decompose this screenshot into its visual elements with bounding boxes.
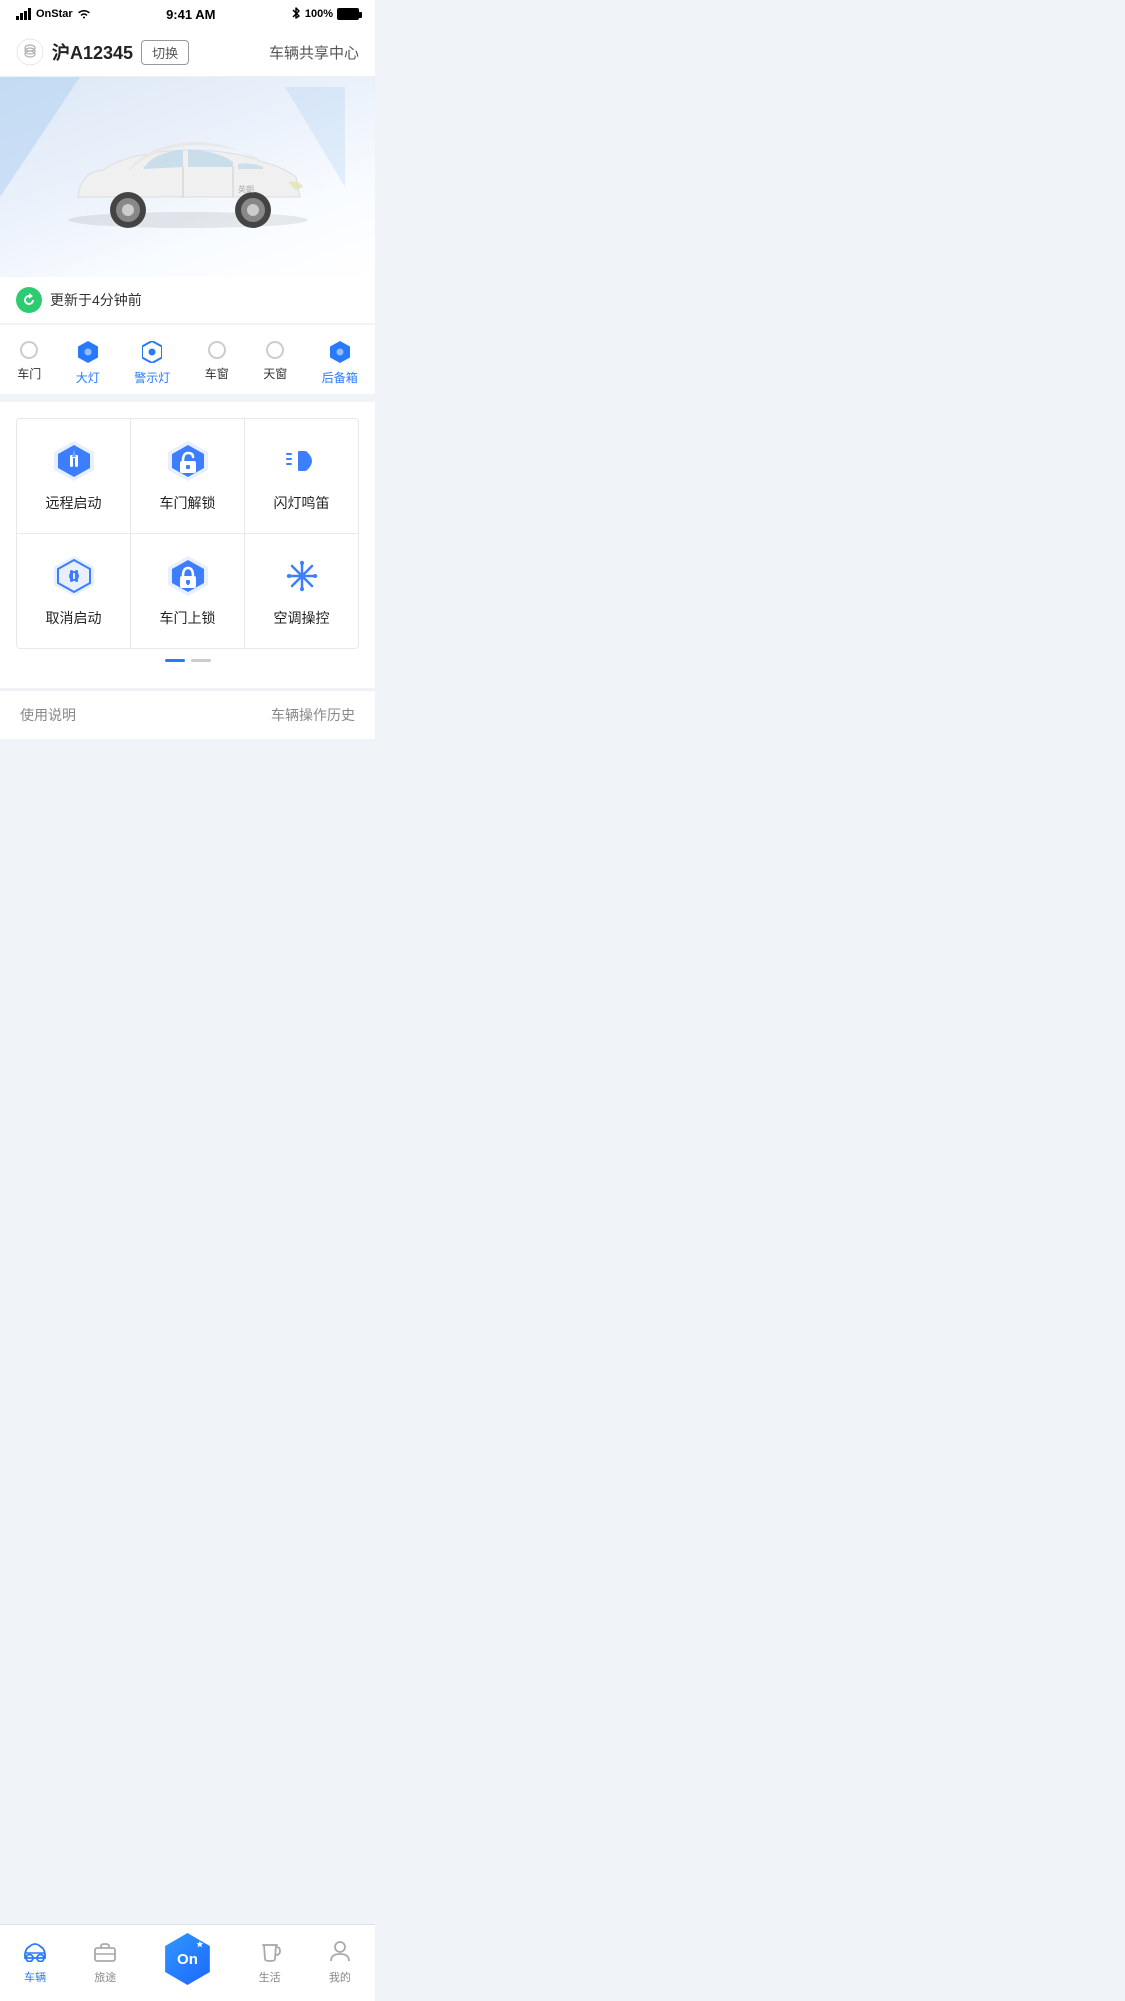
status-indicators: 车门 大灯 警示灯 车窗 天窗 后备箱 [0, 325, 375, 394]
engine-off-icon [52, 554, 96, 598]
nav-life[interactable]: 生活 [256, 1937, 284, 1985]
cancel-start-label: 取消启动 [46, 608, 102, 628]
headlight-dot [78, 341, 98, 363]
onstar-label: On ★ [177, 1952, 198, 1967]
status-time: 9:41 AM [166, 7, 215, 22]
page-dot-1[interactable] [165, 659, 185, 662]
status-bar: OnStar 9:41 AM 100% [0, 0, 375, 28]
history-link[interactable]: 车辆操作历史 [271, 705, 355, 725]
door-lock-label: 车门上锁 [160, 608, 216, 628]
indicator-headlight[interactable]: 大灯 [76, 341, 100, 386]
bottom-nav: 车辆 旅途 On ★ 生活 [0, 1924, 375, 2001]
nav-vehicle[interactable]: 车辆 [21, 1937, 49, 1985]
signal-icon [16, 8, 32, 20]
nav-vehicle-label: 车辆 [24, 1969, 46, 1985]
links-row: 使用说明 车辆操作历史 [0, 690, 375, 739]
trunk-dot [330, 341, 350, 363]
nav-trip[interactable]: 旅途 [91, 1937, 119, 1985]
hazard-dot [142, 341, 162, 363]
plate-number: 沪A12345 [52, 39, 133, 65]
sharing-center-link[interactable]: 车辆共享中心 [269, 42, 359, 63]
switch-button[interactable]: 切换 [141, 40, 189, 65]
door-label: 车门 [17, 365, 41, 382]
nav-onstar-button[interactable]: On ★ [161, 1933, 213, 1985]
nav-onstar-wrapper: On ★ [161, 1933, 213, 1989]
wifi-icon [77, 8, 91, 20]
lock-icon [166, 554, 210, 598]
nav-mine[interactable]: 我的 [326, 1937, 354, 1985]
window-label: 车窗 [205, 365, 229, 382]
nav-life-label: 生活 [259, 1969, 281, 1985]
car-nav-icon [21, 1937, 49, 1965]
buick-logo [16, 38, 44, 66]
indicator-door[interactable]: 车门 [17, 341, 41, 386]
action-remote-start[interactable]: 远程启动 [17, 419, 130, 533]
sunroof-dot [266, 341, 284, 359]
indicator-hazard[interactable]: 警示灯 [134, 341, 170, 386]
flash-horn-label: 闪灯鸣笛 [274, 493, 330, 513]
bluetooth-icon [291, 7, 301, 21]
trunk-label: 后备箱 [322, 369, 358, 386]
engine-icon [52, 439, 96, 483]
indicator-sunroof[interactable]: 天窗 [263, 341, 287, 386]
flash-icon [280, 439, 324, 483]
action-ac-control[interactable]: 空调操控 [245, 534, 358, 648]
door-unlock-label: 车门解锁 [160, 493, 216, 513]
action-door-lock[interactable]: 车门上锁 [131, 534, 244, 648]
app-header: 沪A12345 切换 车辆共享中心 [0, 28, 375, 77]
svg-text:英朗: 英朗 [238, 184, 254, 194]
indicator-trunk[interactable]: 后备箱 [322, 341, 358, 386]
briefcase-nav-icon [91, 1937, 119, 1965]
cup-nav-icon [256, 1937, 284, 1965]
car-image: 英朗 [48, 97, 328, 247]
status-right: 100% [291, 7, 359, 21]
indicator-window[interactable]: 车窗 [205, 341, 229, 386]
action-section: 远程启动 车门解锁 [0, 402, 375, 688]
action-door-unlock[interactable]: 车门解锁 [131, 419, 244, 533]
action-grid: 远程启动 车门解锁 [16, 418, 359, 649]
page-dot-2[interactable] [191, 659, 211, 662]
car-banner: 英朗 [0, 77, 375, 277]
hazard-label: 警示灯 [134, 369, 170, 386]
nav-trip-label: 旅途 [94, 1969, 116, 1985]
action-flash-horn[interactable]: 闪灯鸣笛 [245, 419, 358, 533]
action-cancel-start[interactable]: 取消启动 [17, 534, 130, 648]
person-nav-icon [326, 1937, 354, 1965]
window-dot [208, 341, 226, 359]
battery-icon [337, 8, 359, 20]
door-dot [20, 341, 38, 359]
unlock-icon [166, 439, 210, 483]
update-text: 更新于4分钟前 [50, 290, 142, 310]
ac-control-label: 空调操控 [274, 608, 330, 628]
refresh-icon[interactable] [16, 287, 42, 313]
headlight-label: 大灯 [76, 369, 100, 386]
sunroof-label: 天窗 [263, 365, 287, 382]
snowflake-icon [280, 554, 324, 598]
car-svg: 英朗 [48, 102, 328, 242]
status-carrier: OnStar [16, 8, 91, 20]
update-status: 更新于4分钟前 [0, 277, 375, 323]
instructions-link[interactable]: 使用说明 [20, 705, 76, 725]
remote-start-label: 远程启动 [46, 493, 102, 513]
pagination [16, 649, 359, 672]
nav-mine-label: 我的 [329, 1969, 351, 1985]
